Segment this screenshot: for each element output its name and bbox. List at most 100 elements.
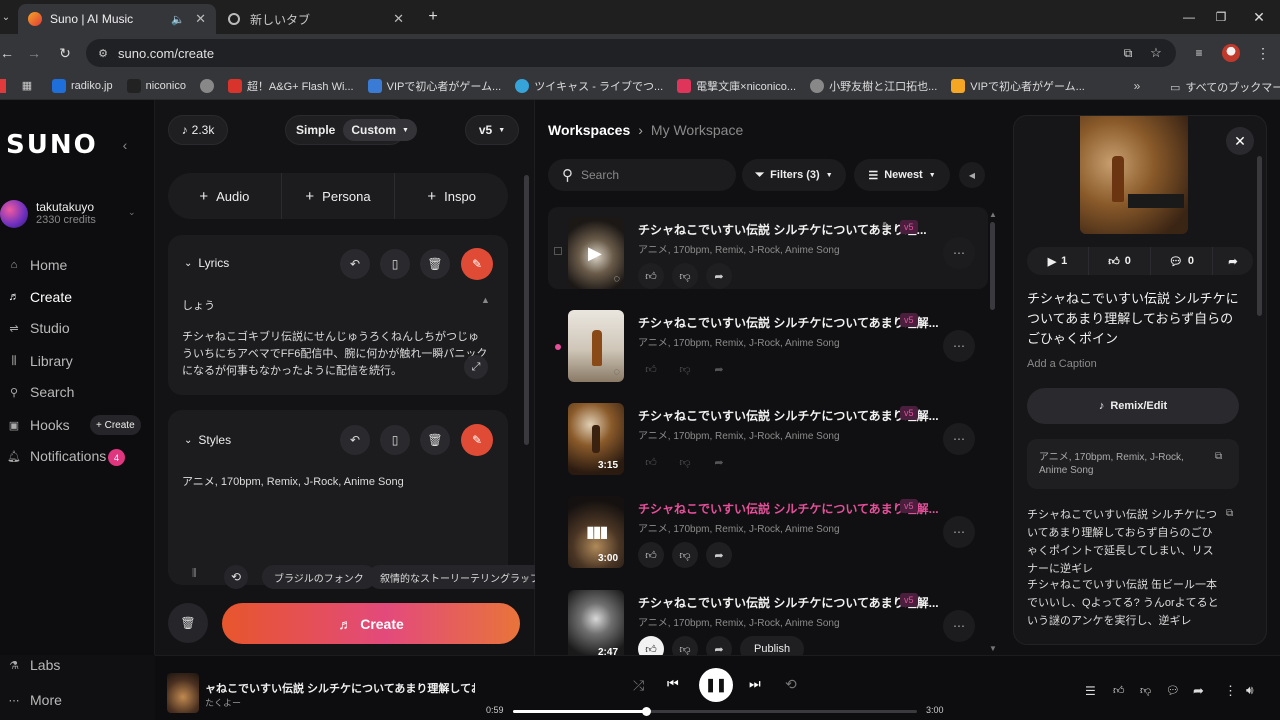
undo-button[interactable]: ↶	[340, 249, 370, 279]
clear-form-button[interactable]: 🗑︎	[168, 603, 208, 643]
like-button[interactable]: 👍︎	[638, 449, 664, 475]
sidebar-item-more[interactable]: ⋯ More	[8, 692, 62, 708]
next-icon[interactable]: ⏭︎	[749, 676, 761, 692]
song-cover[interactable]: ▶ ◌	[568, 217, 624, 289]
sidebar-item-home[interactable]: ⌂ Home	[8, 257, 68, 273]
detail-title[interactable]: チシャねこでいすい伝説 シルチケについてあまり理解しておらず自らのごひゃくポイン	[1027, 289, 1242, 349]
progress-bar[interactable]	[513, 707, 917, 716]
song-row[interactable]: ▮▮▮ 3:00 チシャねこでいすい伝説 シルチケについてあまり理解... v5…	[548, 486, 988, 568]
add-persona-button[interactable]: + Persona	[282, 173, 396, 219]
reload-icon[interactable]: ↻	[57, 44, 73, 62]
share-button[interactable]: ➦	[706, 542, 732, 568]
song-more-button[interactable]: ⋯	[943, 516, 975, 548]
bookmark-button[interactable]: ▯	[380, 425, 410, 455]
copy-icon[interactable]: ⧉	[1215, 451, 1222, 462]
collapse-sidebar-icon[interactable]: ‹	[118, 137, 132, 153]
breadcrumb-workspaces[interactable]: Workspaces	[548, 122, 630, 138]
lyrics-first-line[interactable]: しょう	[182, 297, 215, 313]
apps-grid-icon[interactable]: ▦	[20, 79, 34, 93]
bookmark-item[interactable]: VIPで初心者がゲーム...	[367, 78, 501, 94]
bookmark-item[interactable]: 超！A&G+ Flash Wi...	[227, 78, 354, 94]
chevron-up-icon[interactable]: ▲	[481, 295, 490, 305]
close-window-icon[interactable]: ✕	[1250, 8, 1268, 26]
like-button[interactable]: 👍︎	[638, 263, 664, 289]
previous-icon[interactable]: ⏮︎	[667, 676, 679, 692]
like-button[interactable]: 👍︎	[638, 356, 664, 382]
back-icon[interactable]: ←	[0, 44, 14, 62]
select-checkbox[interactable]	[554, 247, 562, 255]
now-playing-artist[interactable]: たくよー	[205, 696, 241, 709]
menu-kebab-icon[interactable]: ⋮	[1256, 44, 1270, 62]
song-title[interactable]: チシャねこでいすい伝説 シルチケについてあまり理解...	[638, 314, 939, 331]
song-cover[interactable]: ▮▮▮ 3:00	[568, 496, 624, 568]
mode-simple[interactable]: Simple	[296, 123, 335, 137]
install-icon[interactable]: ⧉	[1120, 45, 1136, 61]
thumbs-down-icon[interactable]: 👎︎	[1140, 684, 1151, 697]
bookmark-star-icon[interactable]: ☆	[1148, 45, 1164, 61]
detail-scrollbar[interactable]	[1257, 156, 1262, 316]
bookmark-button[interactable]: ▯	[380, 249, 410, 279]
copy-icon[interactable]: ⧉	[1226, 508, 1233, 519]
share-button[interactable]: ➦	[706, 449, 732, 475]
volume-icon[interactable]: 🔊︎	[1246, 683, 1254, 698]
list-scrollbar[interactable]	[990, 222, 995, 310]
add-audio-button[interactable]: + Audio	[168, 173, 282, 219]
queue-icon[interactable]: ☰	[1085, 684, 1096, 698]
site-info-icon[interactable]: ⚙	[95, 45, 111, 61]
more-vert-icon[interactable]: ⋮	[1224, 683, 1237, 699]
dislike-button[interactable]: 👎︎	[672, 263, 698, 289]
bookmarks-overflow-icon[interactable]: »	[1130, 79, 1144, 93]
bookmark-item[interactable]: ツイキャス - ライブでつ...	[515, 78, 663, 94]
sidebar-item-library[interactable]: ⫼ Library	[8, 353, 72, 369]
close-detail-button[interactable]: ✕	[1226, 127, 1254, 155]
sidebar-item-hooks[interactable]: ▣ Hooks	[8, 417, 70, 433]
tab-suno[interactable]: Suno | AI Music 🔈 ✕	[18, 4, 216, 34]
play-icon[interactable]: ▶	[588, 243, 602, 264]
user-profile[interactable]: takutakuyo 2330 credits ⌄	[0, 198, 145, 230]
song-row[interactable]: ▶ ◌ チシャねこでいすい伝説 シルチケについてあまり理... ✎ v5 アニメ…	[548, 207, 988, 289]
share-button[interactable]: ➦	[706, 263, 732, 289]
model-version-select[interactable]: v5 ▼	[465, 115, 519, 145]
dislike-button[interactable]: 👎︎	[672, 356, 698, 382]
song-title[interactable]: チシャねこでいすい伝説 シルチケについてあまり理解...	[638, 594, 939, 611]
generate-styles-button[interactable]: ✎	[461, 424, 493, 456]
delete-styles-button[interactable]: 🗑︎	[420, 425, 450, 455]
bookmark-red-icon[interactable]	[0, 78, 6, 93]
share-icon[interactable]: ➦	[1193, 683, 1204, 699]
bookmark-item[interactable]: VIPで初心者がゲーム...	[951, 78, 1085, 94]
undo-button[interactable]: ↶	[340, 425, 370, 455]
maximize-icon[interactable]: ❐	[1212, 8, 1230, 26]
song-cover[interactable]: 2:47	[568, 590, 624, 662]
search-input[interactable]: ⚲ Search	[548, 159, 736, 191]
expand-icon[interactable]: ⤢	[464, 355, 488, 379]
suno-logo[interactable]: SUNO	[6, 130, 98, 160]
mode-toggle[interactable]: Simple Custom ▼	[285, 115, 417, 145]
sidebar-item-search[interactable]: ⚲ Search	[8, 384, 74, 400]
shuffle-icon[interactable]: ⤮	[633, 677, 644, 694]
delete-lyrics-button[interactable]: 🗑︎	[420, 249, 450, 279]
hooks-create-button[interactable]: + Create	[90, 415, 141, 435]
bookmark-item[interactable]	[199, 78, 214, 93]
refresh-suggestions-icon[interactable]: ⟲	[224, 565, 248, 589]
styles-header[interactable]: ⌄ Styles	[184, 433, 231, 447]
repeat-icon[interactable]: ⟲	[785, 676, 797, 693]
bookmark-item[interactable]: 電撃文庫×niconico...	[677, 78, 796, 94]
style-suggestion-chip[interactable]: ブラジルのフォンク	[262, 565, 376, 589]
scroll-down-arrow[interactable]: ▼	[522, 575, 530, 584]
share-button[interactable]: ➦	[706, 356, 732, 382]
now-playing-cover[interactable]	[167, 673, 199, 713]
mode-custom[interactable]: Custom ▼	[343, 119, 417, 141]
sidebar-item-create[interactable]: ♬ Create	[8, 289, 73, 305]
close-tab-icon[interactable]: ✕	[195, 11, 206, 27]
dislike-button[interactable]: 👎︎	[672, 449, 698, 475]
url-field[interactable]: ⚙ suno.com/create ⧉ ☆	[86, 39, 1176, 67]
tab-new[interactable]: 新しいタブ ✕	[218, 4, 414, 34]
bookmark-item[interactable]: radiko.jp	[52, 78, 113, 93]
library-icon[interactable]: ⫼	[192, 568, 197, 579]
sidebar-item-studio[interactable]: ⇌ Studio	[8, 320, 69, 336]
edit-icon[interactable]: ✎	[882, 221, 890, 232]
create-button[interactable]: ♬ Create	[222, 603, 520, 644]
song-row[interactable]: 3:15 チシャねこでいすい伝説 シルチケについてあまり理解... v5 アニメ…	[548, 393, 988, 475]
dislike-button[interactable]: 👎︎	[672, 542, 698, 568]
now-playing-title[interactable]: ャねこでいすい伝説 シルチケについてあまり理解しておら	[205, 680, 475, 696]
